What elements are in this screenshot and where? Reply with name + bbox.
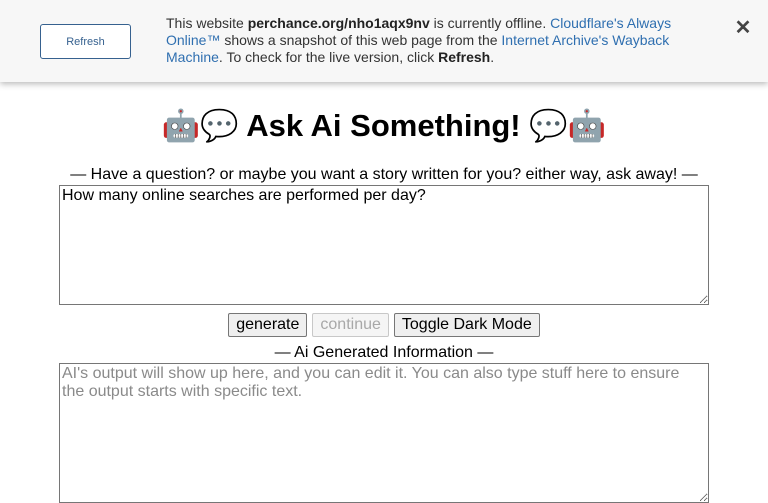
prompt-input[interactable]: How many online searches are performed p…: [59, 185, 709, 305]
refresh-button[interactable]: Refresh: [40, 24, 131, 59]
notice-text-3: shows a snapshot of this web page from t…: [220, 32, 502, 48]
notice-text-2: is currently offline.: [429, 15, 551, 31]
output-label: — Ai Generated Information —: [274, 344, 494, 361]
output-textarea[interactable]: [59, 363, 709, 503]
notice-text-5: .: [490, 49, 495, 65]
generate-button[interactable]: generate: [228, 313, 308, 337]
notice-text-1: This website: [166, 15, 248, 31]
action-buttons: generate continue Toggle Dark Mode: [0, 313, 768, 337]
offline-notice-text: This website perchance.org/nho1aqx9nv is…: [166, 15, 706, 66]
toggle-dark-mode-button[interactable]: Toggle Dark Mode: [393, 313, 540, 337]
refresh-word: Refresh: [438, 49, 491, 65]
notice-text-4: . To check for the live version, click: [218, 49, 439, 65]
cloudflare-offline-banner: Refresh This website perchance.org/nho1a…: [0, 0, 768, 82]
continue-button[interactable]: continue: [312, 313, 389, 337]
prompt-label: — Have a question? or maybe you want a s…: [70, 166, 698, 183]
page-title: 🤖💬 Ask Ai Something! 💬🤖: [161, 108, 607, 143]
close-icon[interactable]: ✕: [733, 17, 753, 39]
site-name: perchance.org/nho1aqx9nv: [247, 15, 430, 31]
